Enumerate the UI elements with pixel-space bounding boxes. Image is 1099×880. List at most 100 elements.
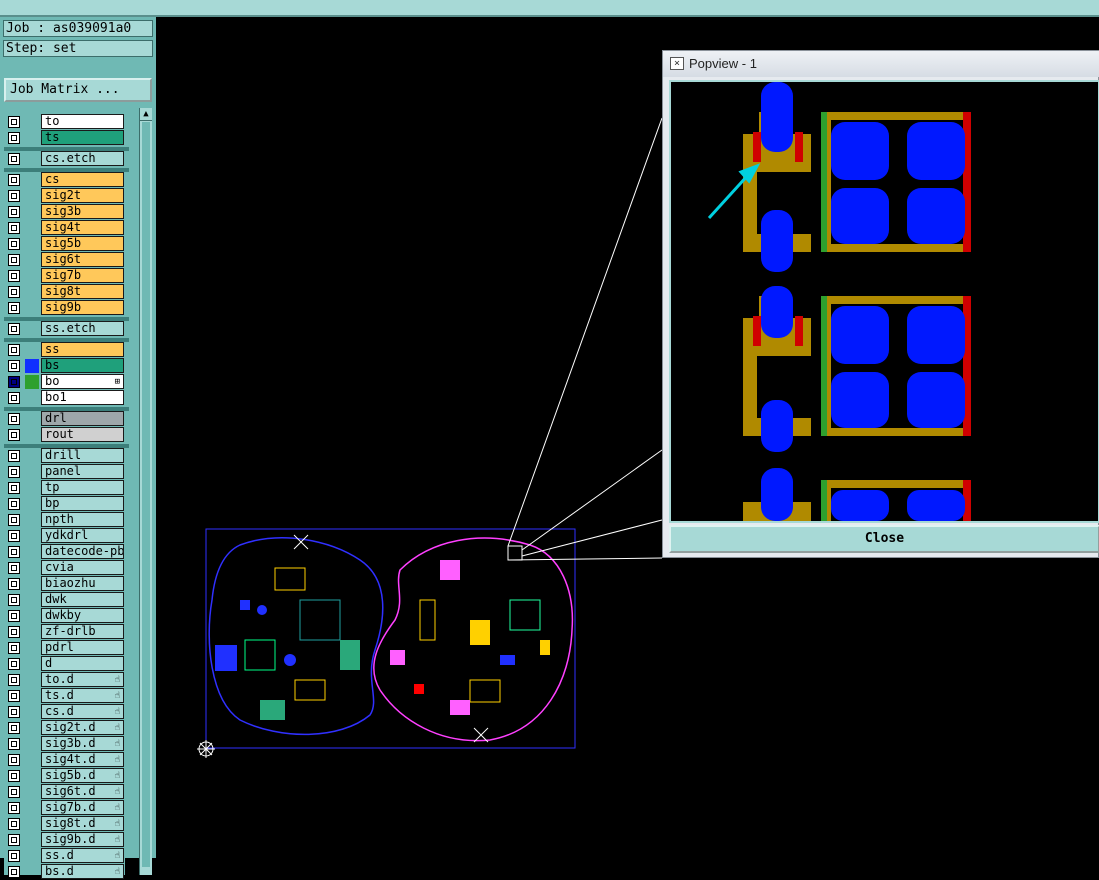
- layer-row[interactable]: drill: [4, 448, 125, 464]
- layer-name[interactable]: sig4t.d ☝: [41, 752, 124, 767]
- layer-name[interactable]: sig5b.d ☝: [41, 768, 124, 783]
- layer-row[interactable]: sig4t.d ☝: [4, 752, 125, 768]
- layer-row[interactable]: bs: [4, 358, 125, 374]
- layer-checkbox[interactable]: [8, 594, 20, 606]
- layer-checkbox[interactable]: [8, 658, 20, 670]
- layer-row[interactable]: sig9b.d ☝: [4, 832, 125, 848]
- layer-name[interactable]: ts: [41, 130, 124, 145]
- layer-name[interactable]: cs.d ☝: [41, 704, 124, 719]
- layer-name[interactable]: cvia: [41, 560, 124, 575]
- scroll-track[interactable]: [142, 122, 150, 867]
- layer-name[interactable]: cs.etch: [41, 151, 124, 166]
- layer-checkbox[interactable]: [8, 392, 20, 404]
- layer-row[interactable]: sig5b.d ☝: [4, 768, 125, 784]
- layer-name[interactable]: dwkby: [41, 608, 124, 623]
- layer-name[interactable]: dwk: [41, 592, 124, 607]
- layer-checkbox[interactable]: [8, 626, 20, 638]
- layer-checkbox[interactable]: [8, 690, 20, 702]
- layer-name[interactable]: sig8t.d ☝: [41, 816, 124, 831]
- layer-name[interactable]: to.d ☝: [41, 672, 124, 687]
- layer-name[interactable]: datecode-pbc: [41, 544, 124, 559]
- layer-name[interactable]: zf-drlb: [41, 624, 124, 639]
- layer-name[interactable]: bo1: [41, 390, 124, 405]
- layer-name[interactable]: ydkdrl: [41, 528, 124, 543]
- layer-row[interactable]: to: [4, 114, 125, 130]
- layer-name[interactable]: to: [41, 114, 124, 129]
- layer-checkbox[interactable]: [8, 206, 20, 218]
- layer-row[interactable]: zf-drlb: [4, 624, 125, 640]
- layer-row[interactable]: ydkdrl: [4, 528, 125, 544]
- layer-checkbox[interactable]: [8, 190, 20, 202]
- layer-name[interactable]: bo ⊞: [41, 374, 124, 389]
- layer-name[interactable]: sig2t: [41, 188, 124, 203]
- layer-checkbox[interactable]: [8, 222, 20, 234]
- layer-row[interactable]: cs: [4, 172, 125, 188]
- layer-name[interactable]: sig3b: [41, 204, 124, 219]
- layer-checkbox[interactable]: [8, 376, 20, 388]
- layer-row[interactable]: drl: [4, 411, 125, 427]
- layer-checkbox[interactable]: [8, 530, 20, 542]
- layer-name[interactable]: ss.etch: [41, 321, 124, 336]
- layer-row[interactable]: tp: [4, 480, 125, 496]
- layer-name[interactable]: sig4t: [41, 220, 124, 235]
- layer-checkbox[interactable]: [8, 429, 20, 441]
- layer-checkbox[interactable]: [8, 802, 20, 814]
- layer-checkbox[interactable]: [8, 270, 20, 282]
- layer-row[interactable]: sig7b: [4, 268, 125, 284]
- layer-name[interactable]: cs: [41, 172, 124, 187]
- layer-row[interactable]: biaozhu: [4, 576, 125, 592]
- layer-checkbox[interactable]: [8, 302, 20, 314]
- layer-row[interactable]: ss.etch: [4, 321, 125, 337]
- layer-checkbox[interactable]: [8, 514, 20, 526]
- layer-checkbox[interactable]: [8, 770, 20, 782]
- layer-row[interactable]: d: [4, 656, 125, 672]
- layer-checkbox[interactable]: [8, 722, 20, 734]
- layer-checkbox[interactable]: [8, 498, 20, 510]
- layer-row[interactable]: sig2t.d ☝: [4, 720, 125, 736]
- layer-name[interactable]: ss: [41, 342, 124, 357]
- layer-name[interactable]: d: [41, 656, 124, 671]
- layer-row[interactable]: sig4t: [4, 220, 125, 236]
- layer-checkbox[interactable]: [8, 238, 20, 250]
- layer-checkbox[interactable]: [8, 834, 20, 846]
- layer-checkbox[interactable]: [8, 466, 20, 478]
- layer-name[interactable]: ss.d ☝: [41, 848, 124, 863]
- layer-checkbox[interactable]: [8, 818, 20, 830]
- layer-name[interactable]: rout: [41, 427, 124, 442]
- layer-name[interactable]: tp: [41, 480, 124, 495]
- layer-row[interactable]: bp: [4, 496, 125, 512]
- layer-name[interactable]: sig5b: [41, 236, 124, 251]
- layer-name[interactable]: npth: [41, 512, 124, 527]
- layer-checkbox[interactable]: [8, 610, 20, 622]
- layer-checkbox[interactable]: [8, 323, 20, 335]
- layer-name[interactable]: sig9b: [41, 300, 124, 315]
- layer-row[interactable]: sig6t: [4, 252, 125, 268]
- layer-name[interactable]: sig7b.d ☝: [41, 800, 124, 815]
- layer-row[interactable]: sig3b.d ☝: [4, 736, 125, 752]
- layer-row[interactable]: sig7b.d ☝: [4, 800, 125, 816]
- layer-checkbox[interactable]: [8, 866, 20, 878]
- layer-row[interactable]: dwkby: [4, 608, 125, 624]
- layer-row[interactable]: ss.d ☝: [4, 848, 125, 864]
- layer-checkbox[interactable]: [8, 132, 20, 144]
- layer-row[interactable]: sig8t: [4, 284, 125, 300]
- layer-checkbox[interactable]: [8, 674, 20, 686]
- layer-checkbox[interactable]: [8, 413, 20, 425]
- layer-name[interactable]: ts.d ☝: [41, 688, 124, 703]
- layer-checkbox[interactable]: [8, 850, 20, 862]
- popview-titlebar[interactable]: × Popview - 1: [663, 51, 1099, 77]
- layer-row[interactable]: ss: [4, 342, 125, 358]
- layer-name[interactable]: sig6t.d ☝: [41, 784, 124, 799]
- layer-row[interactable]: sig8t.d ☝: [4, 816, 125, 832]
- layer-row[interactable]: panel: [4, 464, 125, 480]
- layer-checkbox[interactable]: [8, 450, 20, 462]
- job-matrix-button[interactable]: Job Matrix ...: [4, 78, 152, 102]
- layer-checkbox[interactable]: [8, 754, 20, 766]
- layer-checkbox[interactable]: [8, 642, 20, 654]
- layer-name[interactable]: sig6t: [41, 252, 124, 267]
- layer-checkbox[interactable]: [8, 562, 20, 574]
- layer-row[interactable]: sig3b: [4, 204, 125, 220]
- layer-row[interactable]: bs.d ☝: [4, 864, 125, 880]
- layer-name[interactable]: sig3b.d ☝: [41, 736, 124, 751]
- layer-checkbox[interactable]: [8, 482, 20, 494]
